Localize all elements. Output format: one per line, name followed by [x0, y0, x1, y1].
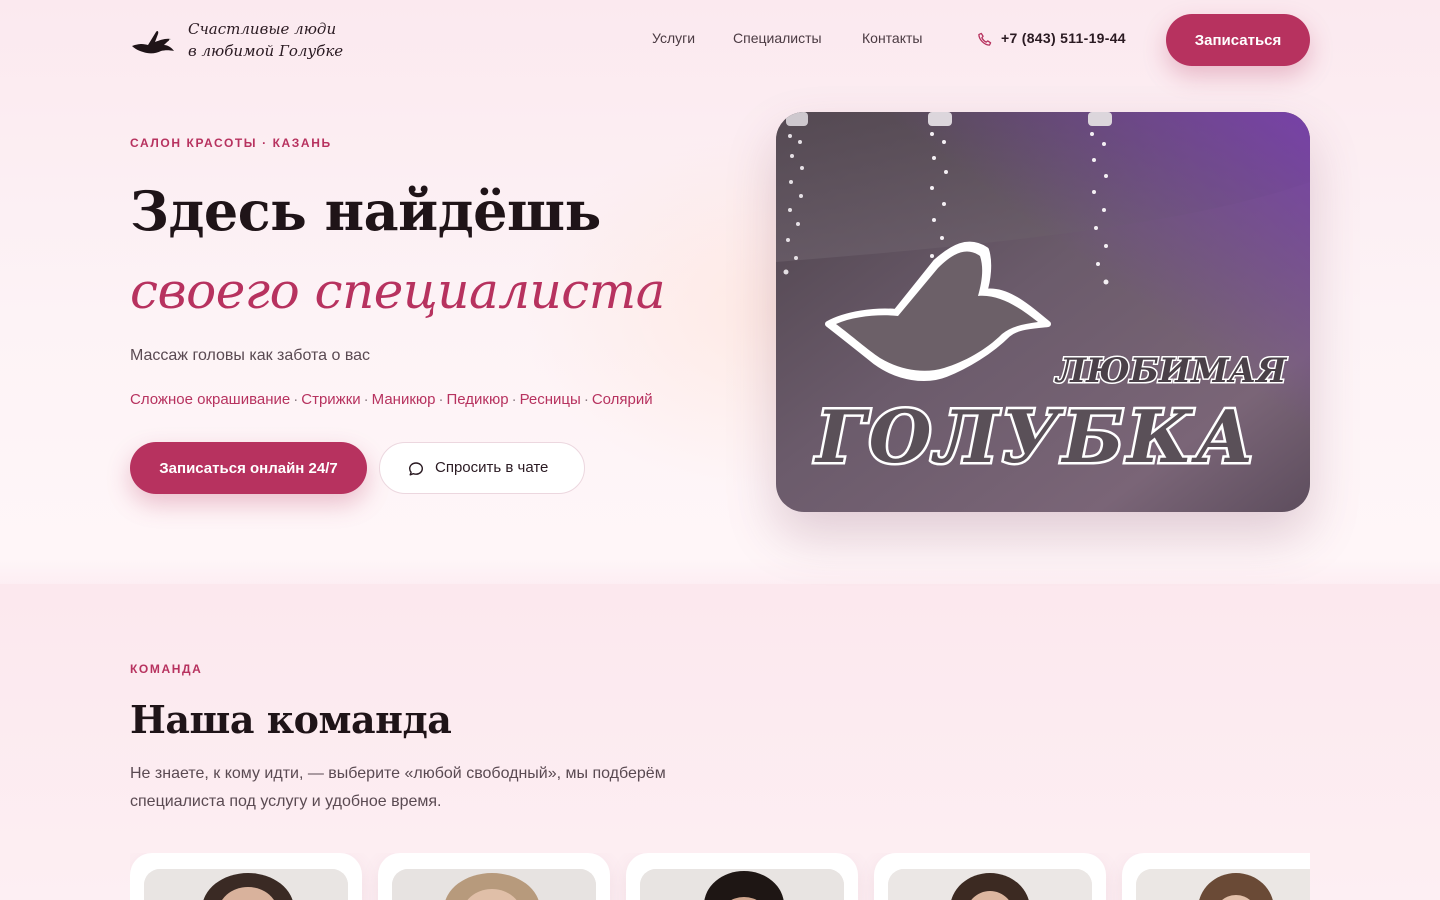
salon-sign-illustration: ЛЮБИМАЯ ГОЛУБКА [776, 112, 1310, 512]
dove-icon [132, 30, 174, 54]
logo-tagline: Счастливые люди в любимой Голубке [188, 18, 368, 62]
header-book-button[interactable]: Записаться [1166, 14, 1310, 66]
nav-link-specialists[interactable]: Специалисты [733, 30, 822, 46]
team-card[interactable] [1122, 853, 1310, 900]
salon-sign-photo: ЛЮБИМАЯ ГОЛУБКА [776, 112, 1310, 512]
sign-line-1: ЛЮБИМАЯ [1054, 351, 1287, 391]
team-card[interactable] [378, 853, 610, 900]
phone-icon [978, 32, 992, 46]
team-card[interactable] [130, 853, 362, 900]
team-member-photo [144, 869, 348, 900]
service-link-coloring[interactable]: Сложное окрашивание [130, 391, 290, 408]
hero-subtitle: Массаж головы как забота о вас [130, 347, 371, 364]
logo-line-1: Счастливые люди [188, 20, 337, 38]
team-member-photo [888, 869, 1092, 900]
team-card[interactable] [874, 853, 1106, 900]
team-eyebrow: КОМАНДА [130, 662, 203, 676]
team-member-photo [392, 869, 596, 900]
ask-in-chat-button[interactable]: Спросить в чате [379, 442, 585, 494]
hero-eyebrow: САЛОН КРАСОТЫ · КАЗАНЬ [130, 136, 332, 150]
chat-button-label: Спросить в чате [435, 459, 549, 476]
team-member-photo [640, 869, 844, 900]
services-list: Сложное окрашивание · Стрижки · Маникюр · Педи… [130, 391, 653, 408]
team-member-photo [1136, 869, 1310, 900]
service-link-pedicure[interactable]: Педикюр [446, 391, 508, 408]
service-link-solarium[interactable]: Солярий [592, 391, 653, 408]
sign-line-2: ГОЛУБКА [814, 394, 1257, 479]
service-link-haircuts[interactable]: Стрижки [301, 391, 360, 408]
logo-line-2: в любимой Голубке [188, 42, 344, 60]
phone-number: +7 (843) 511-19-44 [1001, 30, 1126, 46]
team-title: Наша команда [130, 697, 452, 742]
service-link-manicure[interactable]: Маникюр [372, 391, 436, 408]
team-carousel [130, 853, 1310, 900]
hero-title-accent: своего специалиста [130, 262, 666, 320]
nav-link-services[interactable]: Услуги [652, 30, 695, 46]
team-description: Не знаете, к кому идти, — выберите «любо… [130, 765, 666, 810]
service-link-lashes[interactable]: Ресницы [520, 391, 581, 408]
logo-link[interactable]: Счастливые люди в любимой Голубке [130, 18, 360, 66]
nav-link-contacts[interactable]: Контакты [862, 30, 922, 46]
team-card[interactable] [626, 853, 858, 900]
chat-bubble-icon [409, 462, 423, 476]
book-online-button[interactable]: Записаться онлайн 24/7 [130, 442, 367, 494]
site-header: Счастливые люди в любимой Голубке Услуги… [0, 0, 1440, 80]
hero-title: Здесь найдёшь [130, 179, 601, 243]
